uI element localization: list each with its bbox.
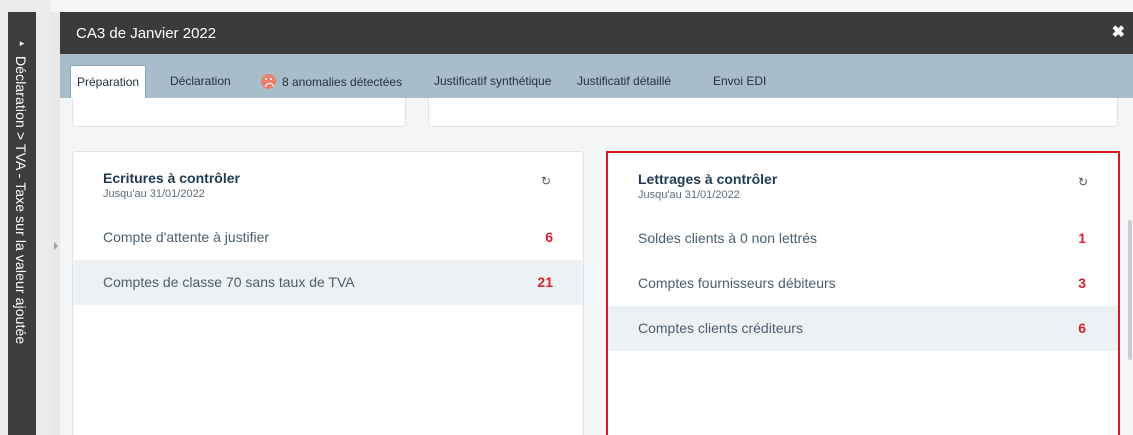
list-item[interactable]: Comptes clients créditeurs 6: [608, 306, 1118, 351]
card-ecritures: Ecritures à contrôler Jusqu'au 31/01/202…: [72, 151, 584, 435]
collapse-handle-icon[interactable]: [54, 242, 58, 250]
card-header: Ecritures à contrôler Jusqu'au 31/01/202…: [103, 170, 240, 200]
refresh-icon[interactable]: ↻: [541, 174, 551, 188]
content-area: Ecritures à contrôler Jusqu'au 31/01/202…: [60, 98, 1133, 435]
card-title: Ecritures à contrôler: [103, 170, 240, 186]
app-window: ▸ Déclaration > TVA - Taxe sur la valeur…: [0, 0, 1133, 435]
left-rail: ▸ Déclaration > TVA - Taxe sur la valeur…: [0, 0, 50, 435]
panel-divider[interactable]: [50, 12, 60, 435]
breadcrumb: Déclaration > TVA - Taxe sur la valeur a…: [13, 56, 29, 345]
top-card-right: [428, 98, 1118, 127]
row-count: 6: [1078, 320, 1086, 336]
card-header: Lettrages à contrôler Jusqu'au 31/01/202…: [638, 171, 777, 201]
card-title: Lettrages à contrôler: [638, 171, 778, 187]
row-label: Comptes de classe 70 sans taux de TVA: [103, 274, 355, 290]
tab-label: Déclaration: [170, 74, 231, 88]
breadcrumb-panel-toggle[interactable]: ▸ Déclaration > TVA - Taxe sur la valeur…: [8, 12, 36, 435]
card-lettrages: Lettrages à contrôler Jusqu'au 31/01/202…: [606, 151, 1120, 435]
tab-label: Justificatif détaillé: [577, 74, 672, 88]
sad-face-icon: [261, 74, 276, 89]
tab-anomalies[interactable]: 8 anomalies détectées: [261, 74, 402, 89]
tab-declaration[interactable]: Déclaration: [170, 74, 231, 88]
list-item[interactable]: Compte d'attente à justifier 6: [73, 215, 583, 260]
refresh-icon[interactable]: ↻: [1078, 175, 1088, 189]
list-item[interactable]: Comptes de classe 70 sans taux de TVA 21: [73, 260, 583, 305]
list-item[interactable]: Comptes fournisseurs débiteurs 3: [608, 261, 1118, 306]
row-count: 3: [1078, 275, 1086, 291]
tab-justificatif-synthetique[interactable]: Justificatif synthétique: [434, 74, 551, 88]
tab-envoi-edi[interactable]: Envoi EDI: [713, 74, 766, 88]
row-count: 21: [537, 274, 553, 290]
tab-label: 8 anomalies détectées: [282, 75, 403, 89]
tab-justificatif-detaille[interactable]: Justificatif détaillé: [577, 74, 671, 88]
tab-label: Préparation: [77, 75, 140, 89]
close-icon[interactable]: ✖: [1112, 22, 1125, 42]
expand-arrow-icon[interactable]: ▸: [8, 38, 36, 49]
tab-label: Justificatif synthétique: [434, 74, 552, 88]
row-label: Soldes clients à 0 non lettrés: [638, 230, 817, 246]
modal-header: CA3 de Janvier 2022 ✖: [60, 12, 1133, 54]
tab-label: Envoi EDI: [713, 74, 767, 88]
row-label: Comptes fournisseurs débiteurs: [638, 275, 836, 291]
list-item[interactable]: Soldes clients à 0 non lettrés 1: [608, 216, 1118, 261]
card-subtitle: Jusqu'au 31/01/2022: [638, 189, 740, 201]
tab-bar: Préparation Déclaration 8 anomalies déte…: [60, 54, 1133, 98]
top-card-left: [72, 98, 406, 127]
row-label: Compte d'attente à justifier: [103, 229, 270, 245]
row-count: 6: [545, 229, 553, 245]
card-subtitle: Jusqu'au 31/01/2022: [103, 188, 205, 200]
scrollbar[interactable]: [1128, 220, 1132, 360]
modal-title: CA3 de Janvier 2022: [76, 25, 217, 42]
row-label: Comptes clients créditeurs: [638, 320, 803, 336]
tab-preparation[interactable]: Préparation: [70, 65, 147, 98]
row-count: 1: [1078, 230, 1086, 246]
